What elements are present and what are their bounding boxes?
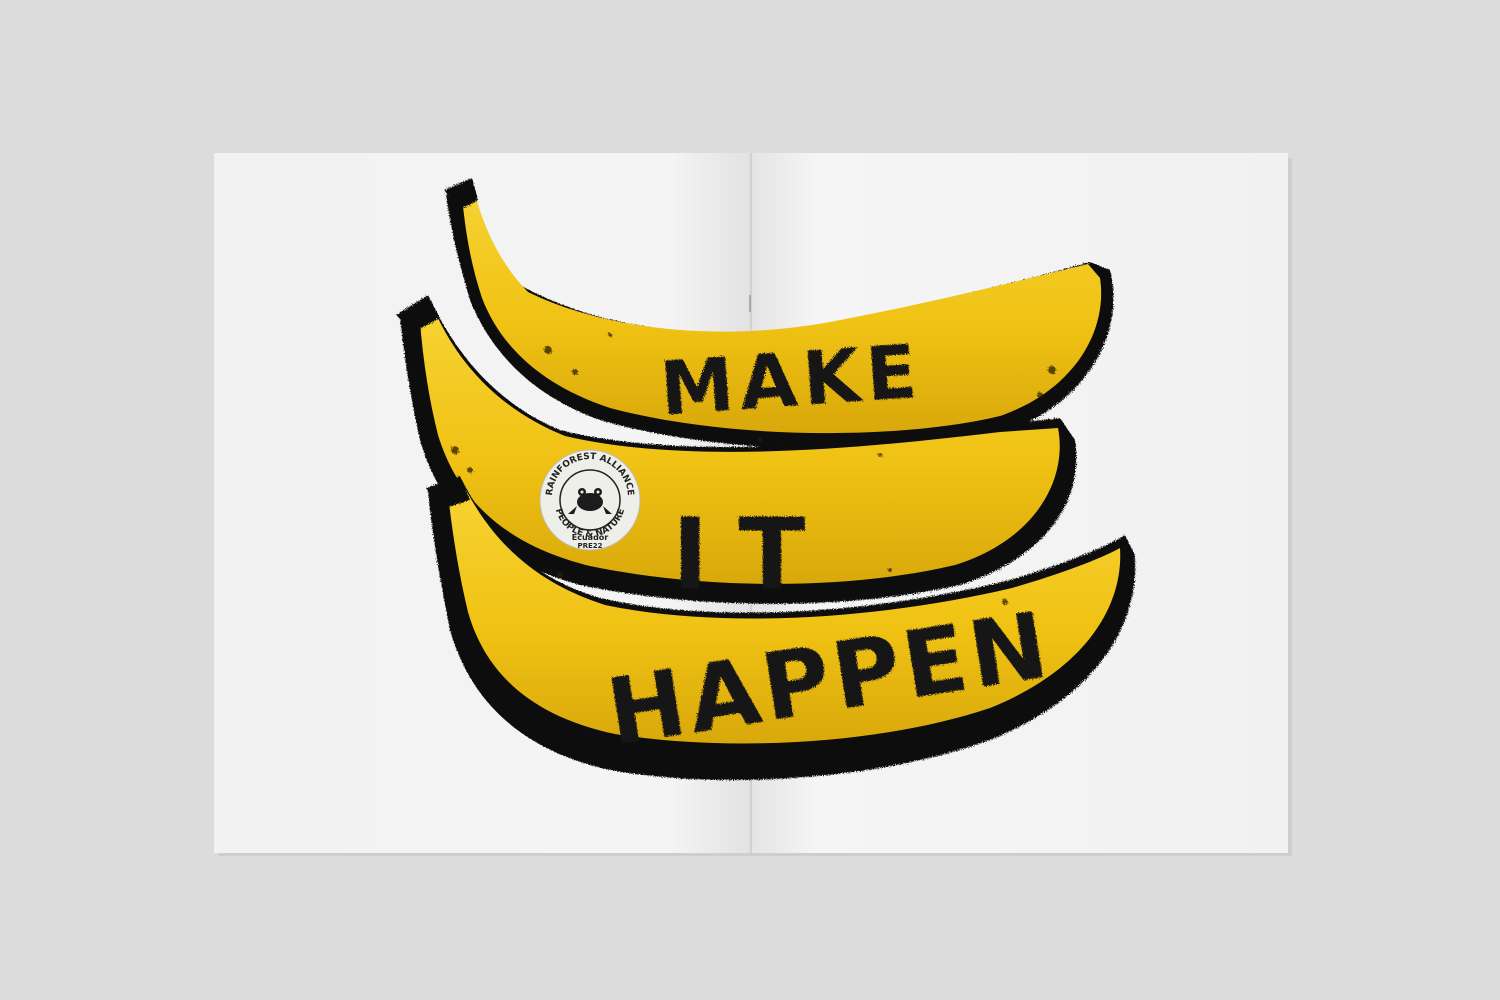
magazine-spread-photo: MAKE IT HAPPEN RAINFOREST ALLIANCE PEOPL… bbox=[0, 0, 1500, 1000]
rainforest-alliance-sticker: RAINFOREST ALLIANCE PEOPLE & NATURE Ecua… bbox=[539, 449, 641, 551]
sticker-origin-text: Ecuador bbox=[572, 533, 609, 542]
carved-text-make: MAKE bbox=[657, 329, 925, 433]
carved-text-it: IT bbox=[672, 498, 835, 612]
sticker-code-text: PRE22 bbox=[577, 542, 602, 550]
photo-svg: MAKE IT HAPPEN RAINFOREST ALLIANCE PEOPL… bbox=[0, 0, 1500, 1000]
